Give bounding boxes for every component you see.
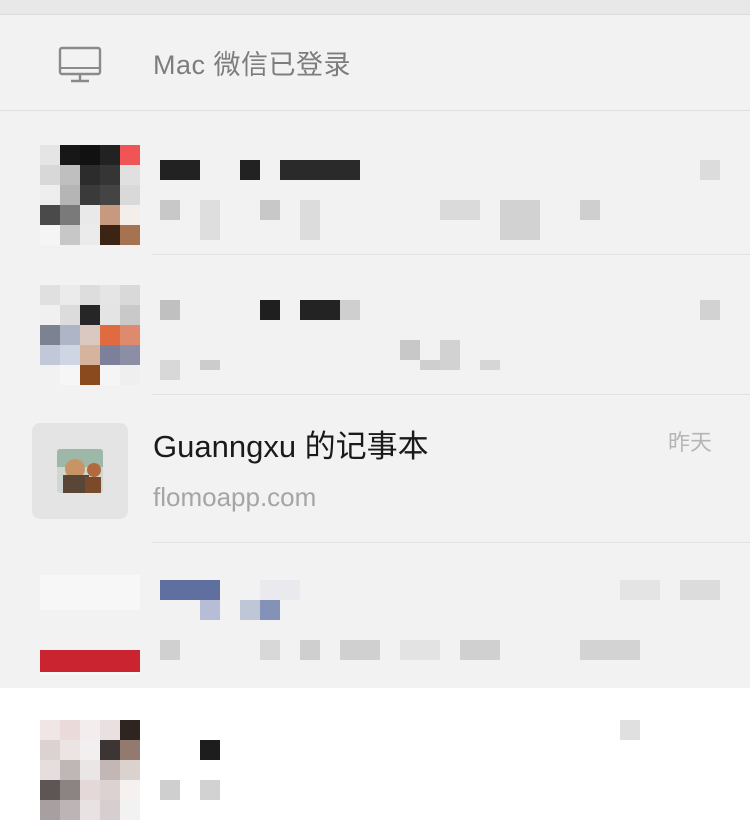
- row-divider: [152, 394, 750, 395]
- notebook-avatar[interactable]: [32, 423, 128, 519]
- top-bar: [0, 0, 750, 15]
- chat-name: Guanngxu 的记事本: [153, 429, 429, 464]
- avatar: [40, 575, 140, 675]
- dog-photo: [57, 449, 103, 493]
- avatar: [40, 145, 140, 245]
- chat-subtitle: flomoapp.com: [153, 482, 317, 512]
- banner-label: Mac 微信已登录: [153, 50, 352, 80]
- row-divider: [152, 542, 750, 543]
- avatar: [40, 720, 140, 820]
- monitor-icon: [58, 46, 102, 83]
- chat-row[interactable]: [0, 255, 750, 395]
- mac-login-banner[interactable]: Mac 微信已登录: [0, 15, 750, 111]
- chat-row[interactable]: [0, 545, 750, 685]
- chat-time: 昨天: [668, 430, 713, 455]
- chat-row[interactable]: [0, 688, 750, 824]
- chat-row[interactable]: [0, 115, 750, 255]
- avatar: [40, 285, 140, 385]
